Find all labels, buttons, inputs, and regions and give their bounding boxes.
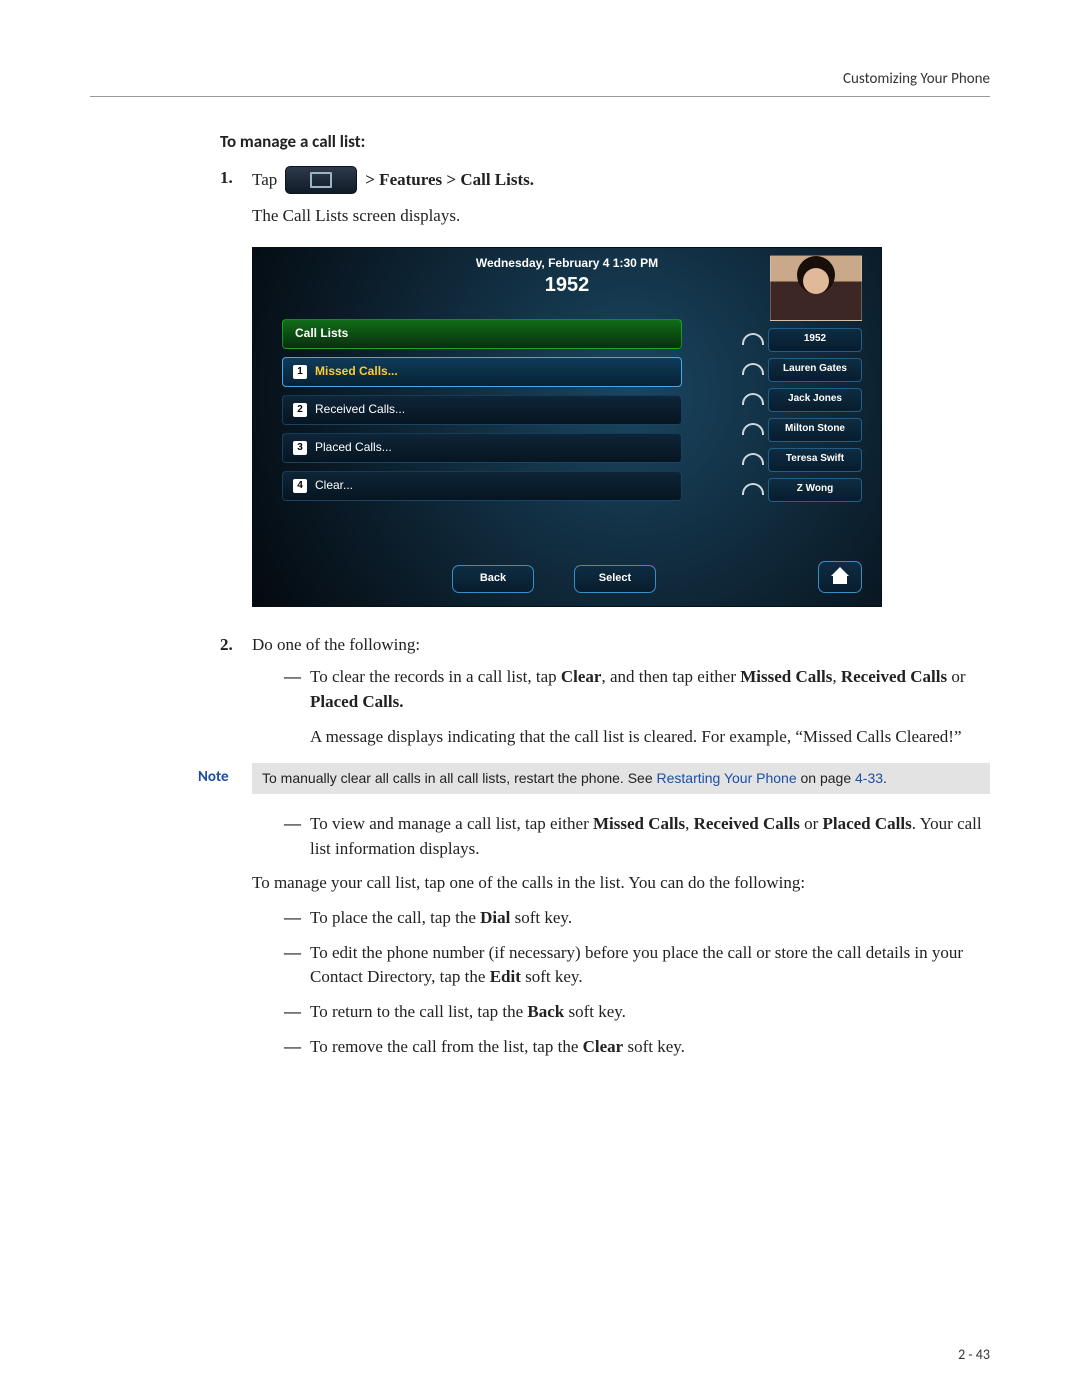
txt: , [832,667,841,686]
ss-home-button[interactable] [818,561,862,593]
menu-button-icon [285,166,357,194]
ss-contact[interactable]: Teresa Swift [732,447,862,473]
ss-softkey-select[interactable]: Select [574,565,656,593]
handset-icon [742,330,762,350]
txt: To clear the records in a call list, tap [310,667,561,686]
note-label: Note [122,763,252,789]
handset-icon [742,450,762,470]
step-1-after: The Call Lists screen displays. [252,204,990,229]
txt: on page [797,770,855,786]
note-page-ref[interactable]: 4-33 [855,770,883,786]
ss-item-number: 1 [293,365,307,379]
ss-contact-chip: Milton Stone [768,418,862,442]
note-text: To manually clear all calls in all call … [252,763,990,794]
txt-bold: Back [527,1002,564,1021]
txt: To view and manage a call list, tap eith… [310,814,593,833]
ss-item-received-calls[interactable]: 2 Received Calls... [282,395,682,425]
ss-contact-list: 1952 Lauren Gates Jack Jones Milton Ston… [732,327,862,503]
ss-contact[interactable]: 1952 [732,327,862,353]
txt-bold: Placed Calls. [310,692,404,711]
ss-softkey-back[interactable]: Back [452,565,534,593]
step-2-number: 2. [220,633,242,1070]
ss-contact[interactable]: Lauren Gates [732,357,862,383]
txt-bold: Edit [490,967,521,986]
body-text: 1. Tap > Features > Call Lists. The Call… [220,166,990,1069]
note-block: Note To manually clear all calls in all … [122,763,990,794]
home-icon [833,570,847,584]
running-head: Customizing Your Phone [90,70,990,88]
ss-contact-chip: Z Wong [768,478,862,502]
ss-contact[interactable]: Milton Stone [732,417,862,443]
ss-item-label: Missed Calls... [315,363,398,380]
step-2-text: Do one of the following: [252,633,990,658]
txt-bold: Dial [480,908,510,927]
txt-bold: Missed Calls [740,667,832,686]
ss-item-placed-calls[interactable]: 3 Placed Calls... [282,433,682,463]
step-2-options-b: To view and manage a call list, tap eith… [284,812,990,861]
txt: soft key. [564,1002,626,1021]
option-clear: To clear the records in a call list, tap… [284,665,990,749]
txt-bold: Missed Calls [593,814,685,833]
section-heading: To manage a call list: [220,131,990,152]
ss-item-number: 4 [293,479,307,493]
ss-contact-chip: Teresa Swift [768,448,862,472]
txt: or [800,814,823,833]
txt-bold: Received Calls [841,667,947,686]
step-2-options-a: To clear the records in a call list, tap… [284,665,990,749]
action-clear: To remove the call from the list, tap th… [284,1035,990,1060]
txt: , and then tap either [601,667,740,686]
handset-icon [742,420,762,440]
option-clear-follow: A message displays indicating that the c… [310,725,990,750]
page-number: 2 - 43 [958,1346,990,1363]
ss-contact[interactable]: Z Wong [732,477,862,503]
ss-avatar [770,255,862,321]
handset-icon [742,390,762,410]
txt: . [883,770,887,786]
ss-item-number: 3 [293,441,307,455]
ss-contact[interactable]: Jack Jones [732,387,862,413]
phone-screenshot: Wednesday, February 4 1:30 PM 1952 Call … [252,247,882,607]
ss-item-clear[interactable]: 4 Clear... [282,471,682,501]
action-edit: To edit the phone number (if necessary) … [284,941,990,990]
txt-bold: Received Calls [694,814,800,833]
txt: To remove the call from the list, tap th… [310,1037,583,1056]
manage-actions: To place the call, tap the Dial soft key… [284,906,990,1059]
txt: To place the call, tap the [310,908,480,927]
note-link[interactable]: Restarting Your Phone [657,770,797,786]
ss-list-title: Call Lists [282,319,682,349]
txt: soft key. [623,1037,685,1056]
txt: To manually clear all calls in all call … [262,770,657,786]
txt: or [947,667,965,686]
ss-contact-chip: 1952 [768,328,862,352]
txt-bold: Clear [561,667,602,686]
ss-call-list: 1 Missed Calls... 2 Received Calls... 3 … [282,357,682,501]
txt: To return to the call list, tap the [310,1002,527,1021]
step-2: 2. Do one of the following: To clear the… [220,633,990,1070]
page: Customizing Your Phone To manage a call … [0,0,1080,1397]
step-1-number: 1. [220,166,242,625]
action-back: To return to the call list, tap the Back… [284,1000,990,1025]
txt: , [685,814,694,833]
ss-item-label: Placed Calls... [315,439,392,456]
step-1-breadcrumb: > Features > Call Lists. [365,168,534,193]
txt: soft key. [521,967,583,986]
header-rule [90,96,990,97]
ss-item-missed-calls[interactable]: 1 Missed Calls... [282,357,682,387]
ss-contact-chip: Lauren Gates [768,358,862,382]
handset-icon [742,480,762,500]
ss-item-label: Clear... [315,477,353,494]
txt: To edit the phone number (if necessary) … [310,943,963,987]
action-dial: To place the call, tap the Dial soft key… [284,906,990,931]
txt: soft key. [510,908,572,927]
ss-contact-chip: Jack Jones [768,388,862,412]
manage-intro: To manage your call list, tap one of the… [252,871,990,896]
step-1-tap: Tap [252,168,277,193]
handset-icon [742,360,762,380]
ss-item-number: 2 [293,403,307,417]
step-1: 1. Tap > Features > Call Lists. The Call… [220,166,990,625]
ss-item-label: Received Calls... [315,401,405,418]
txt-bold: Placed Calls [822,814,911,833]
txt-bold: Clear [583,1037,624,1056]
option-view-manage: To view and manage a call list, tap eith… [284,812,990,861]
